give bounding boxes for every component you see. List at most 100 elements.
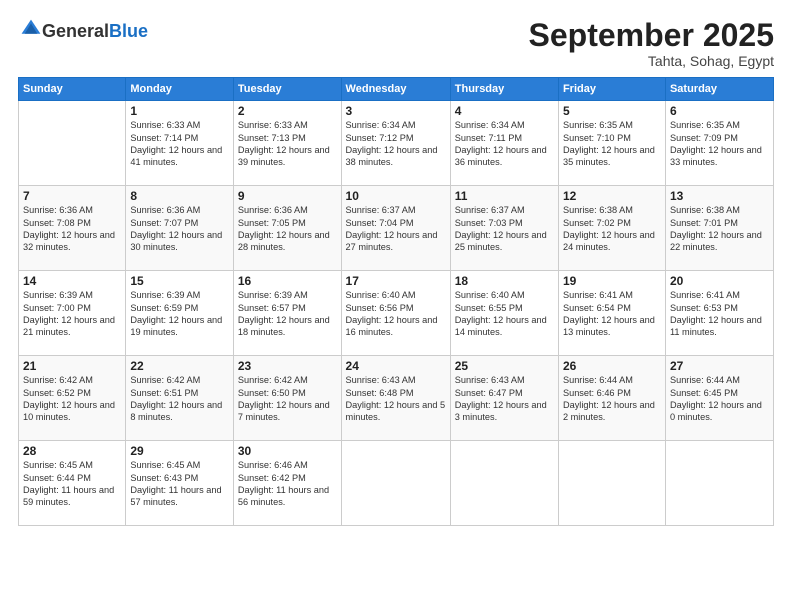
day-info: Sunrise: 6:37 AM Sunset: 7:04 PM Dayligh… bbox=[346, 204, 446, 254]
col-saturday: Saturday bbox=[665, 78, 773, 101]
calendar-table: Sunday Monday Tuesday Wednesday Thursday… bbox=[18, 77, 774, 526]
month-title: September 2025 bbox=[529, 18, 774, 53]
calendar-cell: 7Sunrise: 6:36 AM Sunset: 7:08 PM Daylig… bbox=[19, 186, 126, 271]
day-info: Sunrise: 6:36 AM Sunset: 7:05 PM Dayligh… bbox=[238, 204, 337, 254]
calendar-cell: 12Sunrise: 6:38 AM Sunset: 7:02 PM Dayli… bbox=[558, 186, 665, 271]
calendar-cell: 20Sunrise: 6:41 AM Sunset: 6:53 PM Dayli… bbox=[665, 271, 773, 356]
day-info: Sunrise: 6:40 AM Sunset: 6:56 PM Dayligh… bbox=[346, 289, 446, 339]
calendar-cell: 28Sunrise: 6:45 AM Sunset: 6:44 PM Dayli… bbox=[19, 441, 126, 526]
day-number: 23 bbox=[238, 359, 337, 373]
day-number: 2 bbox=[238, 104, 337, 118]
calendar-cell: 25Sunrise: 6:43 AM Sunset: 6:47 PM Dayli… bbox=[450, 356, 558, 441]
logo-general-text: General bbox=[42, 21, 109, 41]
calendar-week-row: 21Sunrise: 6:42 AM Sunset: 6:52 PM Dayli… bbox=[19, 356, 774, 441]
day-info: Sunrise: 6:33 AM Sunset: 7:13 PM Dayligh… bbox=[238, 119, 337, 169]
col-tuesday: Tuesday bbox=[233, 78, 341, 101]
calendar-cell bbox=[341, 441, 450, 526]
day-info: Sunrise: 6:42 AM Sunset: 6:52 PM Dayligh… bbox=[23, 374, 121, 424]
day-number: 14 bbox=[23, 274, 121, 288]
header: GeneralBlue September 2025 Tahta, Sohag,… bbox=[18, 18, 774, 69]
calendar-cell bbox=[558, 441, 665, 526]
day-info: Sunrise: 6:35 AM Sunset: 7:10 PM Dayligh… bbox=[563, 119, 661, 169]
day-number: 26 bbox=[563, 359, 661, 373]
calendar-week-row: 7Sunrise: 6:36 AM Sunset: 7:08 PM Daylig… bbox=[19, 186, 774, 271]
day-info: Sunrise: 6:34 AM Sunset: 7:12 PM Dayligh… bbox=[346, 119, 446, 169]
calendar-cell: 17Sunrise: 6:40 AM Sunset: 6:56 PM Dayli… bbox=[341, 271, 450, 356]
day-number: 24 bbox=[346, 359, 446, 373]
title-block: September 2025 Tahta, Sohag, Egypt bbox=[529, 18, 774, 69]
day-info: Sunrise: 6:45 AM Sunset: 6:44 PM Dayligh… bbox=[23, 459, 121, 509]
calendar-cell: 10Sunrise: 6:37 AM Sunset: 7:04 PM Dayli… bbox=[341, 186, 450, 271]
day-info: Sunrise: 6:40 AM Sunset: 6:55 PM Dayligh… bbox=[455, 289, 554, 339]
day-info: Sunrise: 6:45 AM Sunset: 6:43 PM Dayligh… bbox=[130, 459, 229, 509]
day-number: 7 bbox=[23, 189, 121, 203]
calendar-cell: 15Sunrise: 6:39 AM Sunset: 6:59 PM Dayli… bbox=[126, 271, 234, 356]
calendar-cell: 11Sunrise: 6:37 AM Sunset: 7:03 PM Dayli… bbox=[450, 186, 558, 271]
calendar-cell: 27Sunrise: 6:44 AM Sunset: 6:45 PM Dayli… bbox=[665, 356, 773, 441]
calendar-cell: 19Sunrise: 6:41 AM Sunset: 6:54 PM Dayli… bbox=[558, 271, 665, 356]
day-number: 8 bbox=[130, 189, 229, 203]
day-number: 20 bbox=[670, 274, 769, 288]
day-info: Sunrise: 6:39 AM Sunset: 6:57 PM Dayligh… bbox=[238, 289, 337, 339]
day-number: 10 bbox=[346, 189, 446, 203]
calendar-cell bbox=[665, 441, 773, 526]
day-info: Sunrise: 6:35 AM Sunset: 7:09 PM Dayligh… bbox=[670, 119, 769, 169]
day-number: 19 bbox=[563, 274, 661, 288]
day-info: Sunrise: 6:36 AM Sunset: 7:07 PM Dayligh… bbox=[130, 204, 229, 254]
calendar-cell: 30Sunrise: 6:46 AM Sunset: 6:42 PM Dayli… bbox=[233, 441, 341, 526]
col-thursday: Thursday bbox=[450, 78, 558, 101]
day-number: 6 bbox=[670, 104, 769, 118]
calendar-cell: 22Sunrise: 6:42 AM Sunset: 6:51 PM Dayli… bbox=[126, 356, 234, 441]
calendar-header-row: Sunday Monday Tuesday Wednesday Thursday… bbox=[19, 78, 774, 101]
calendar-cell: 24Sunrise: 6:43 AM Sunset: 6:48 PM Dayli… bbox=[341, 356, 450, 441]
day-number: 4 bbox=[455, 104, 554, 118]
day-info: Sunrise: 6:46 AM Sunset: 6:42 PM Dayligh… bbox=[238, 459, 337, 509]
calendar-cell: 6Sunrise: 6:35 AM Sunset: 7:09 PM Daylig… bbox=[665, 101, 773, 186]
logo-blue-text: Blue bbox=[109, 21, 148, 41]
calendar-cell: 1Sunrise: 6:33 AM Sunset: 7:14 PM Daylig… bbox=[126, 101, 234, 186]
calendar-cell: 9Sunrise: 6:36 AM Sunset: 7:05 PM Daylig… bbox=[233, 186, 341, 271]
day-number: 5 bbox=[563, 104, 661, 118]
col-friday: Friday bbox=[558, 78, 665, 101]
day-info: Sunrise: 6:33 AM Sunset: 7:14 PM Dayligh… bbox=[130, 119, 229, 169]
day-number: 25 bbox=[455, 359, 554, 373]
day-number: 3 bbox=[346, 104, 446, 118]
calendar-cell: 18Sunrise: 6:40 AM Sunset: 6:55 PM Dayli… bbox=[450, 271, 558, 356]
day-number: 22 bbox=[130, 359, 229, 373]
col-sunday: Sunday bbox=[19, 78, 126, 101]
page: GeneralBlue September 2025 Tahta, Sohag,… bbox=[0, 0, 792, 612]
day-info: Sunrise: 6:39 AM Sunset: 6:59 PM Dayligh… bbox=[130, 289, 229, 339]
day-number: 21 bbox=[23, 359, 121, 373]
day-info: Sunrise: 6:44 AM Sunset: 6:46 PM Dayligh… bbox=[563, 374, 661, 424]
day-number: 15 bbox=[130, 274, 229, 288]
col-monday: Monday bbox=[126, 78, 234, 101]
logo-icon bbox=[20, 18, 42, 40]
day-number: 28 bbox=[23, 444, 121, 458]
calendar-cell: 29Sunrise: 6:45 AM Sunset: 6:43 PM Dayli… bbox=[126, 441, 234, 526]
calendar-cell: 3Sunrise: 6:34 AM Sunset: 7:12 PM Daylig… bbox=[341, 101, 450, 186]
calendar-cell: 5Sunrise: 6:35 AM Sunset: 7:10 PM Daylig… bbox=[558, 101, 665, 186]
day-info: Sunrise: 6:42 AM Sunset: 6:50 PM Dayligh… bbox=[238, 374, 337, 424]
calendar-cell: 2Sunrise: 6:33 AM Sunset: 7:13 PM Daylig… bbox=[233, 101, 341, 186]
day-number: 16 bbox=[238, 274, 337, 288]
day-info: Sunrise: 6:38 AM Sunset: 7:02 PM Dayligh… bbox=[563, 204, 661, 254]
day-info: Sunrise: 6:42 AM Sunset: 6:51 PM Dayligh… bbox=[130, 374, 229, 424]
day-number: 1 bbox=[130, 104, 229, 118]
day-info: Sunrise: 6:34 AM Sunset: 7:11 PM Dayligh… bbox=[455, 119, 554, 169]
day-number: 30 bbox=[238, 444, 337, 458]
day-info: Sunrise: 6:41 AM Sunset: 6:53 PM Dayligh… bbox=[670, 289, 769, 339]
calendar-cell: 26Sunrise: 6:44 AM Sunset: 6:46 PM Dayli… bbox=[558, 356, 665, 441]
day-info: Sunrise: 6:37 AM Sunset: 7:03 PM Dayligh… bbox=[455, 204, 554, 254]
calendar-cell bbox=[450, 441, 558, 526]
day-number: 27 bbox=[670, 359, 769, 373]
day-number: 11 bbox=[455, 189, 554, 203]
calendar-cell: 23Sunrise: 6:42 AM Sunset: 6:50 PM Dayli… bbox=[233, 356, 341, 441]
day-number: 9 bbox=[238, 189, 337, 203]
day-info: Sunrise: 6:39 AM Sunset: 7:00 PM Dayligh… bbox=[23, 289, 121, 339]
calendar-cell: 21Sunrise: 6:42 AM Sunset: 6:52 PM Dayli… bbox=[19, 356, 126, 441]
logo: GeneralBlue bbox=[18, 18, 148, 45]
day-info: Sunrise: 6:43 AM Sunset: 6:47 PM Dayligh… bbox=[455, 374, 554, 424]
calendar-cell: 14Sunrise: 6:39 AM Sunset: 7:00 PM Dayli… bbox=[19, 271, 126, 356]
day-number: 13 bbox=[670, 189, 769, 203]
col-wednesday: Wednesday bbox=[341, 78, 450, 101]
